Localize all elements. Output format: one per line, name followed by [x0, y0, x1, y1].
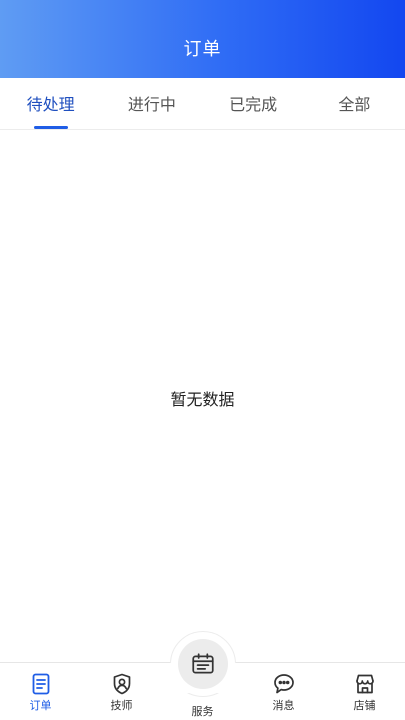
nav-item-store[interactable]: 店铺: [324, 663, 405, 720]
page-title: 订单: [183, 39, 222, 60]
active-tab-indicator: [33, 126, 68, 129]
store-icon: [355, 674, 374, 694]
tab-label: 待处理: [26, 94, 75, 114]
tab-label: 已完成: [229, 94, 278, 114]
tab-label: 全部: [338, 94, 371, 114]
nav-label: 店铺: [353, 699, 376, 712]
nav-item-service[interactable]: 服务: [162, 631, 243, 720]
chat-bubble-icon: [273, 674, 294, 694]
nav-label: 消息: [272, 699, 295, 712]
tab-in-progress[interactable]: 进行中: [101, 78, 202, 129]
tab-completed[interactable]: 已完成: [203, 78, 304, 129]
nav-item-messages[interactable]: 消息: [243, 663, 324, 720]
empty-state-text: 暂无数据: [170, 390, 235, 409]
tab-pending[interactable]: 待处理: [0, 78, 101, 129]
nav-item-orders[interactable]: 订单: [0, 663, 81, 720]
tab-all[interactable]: 全部: [304, 78, 405, 129]
nav-label: 技师: [110, 699, 133, 712]
app-header: 订单: [0, 0, 405, 78]
bottom-navigation: 订单 技师 服务 消息 店铺: [0, 631, 405, 720]
center-service-button[interactable]: [177, 639, 228, 689]
service-calendar-icon: [191, 653, 214, 674]
nav-item-technicians[interactable]: 技师: [81, 663, 162, 720]
order-status-tabs: 待处理 进行中 已完成 全部: [0, 78, 405, 130]
document-icon: [32, 673, 49, 695]
nav-label: 订单: [29, 699, 52, 712]
nav-label: 服务: [191, 705, 214, 718]
tab-label: 进行中: [127, 94, 176, 114]
technician-shield-icon: [113, 673, 130, 695]
